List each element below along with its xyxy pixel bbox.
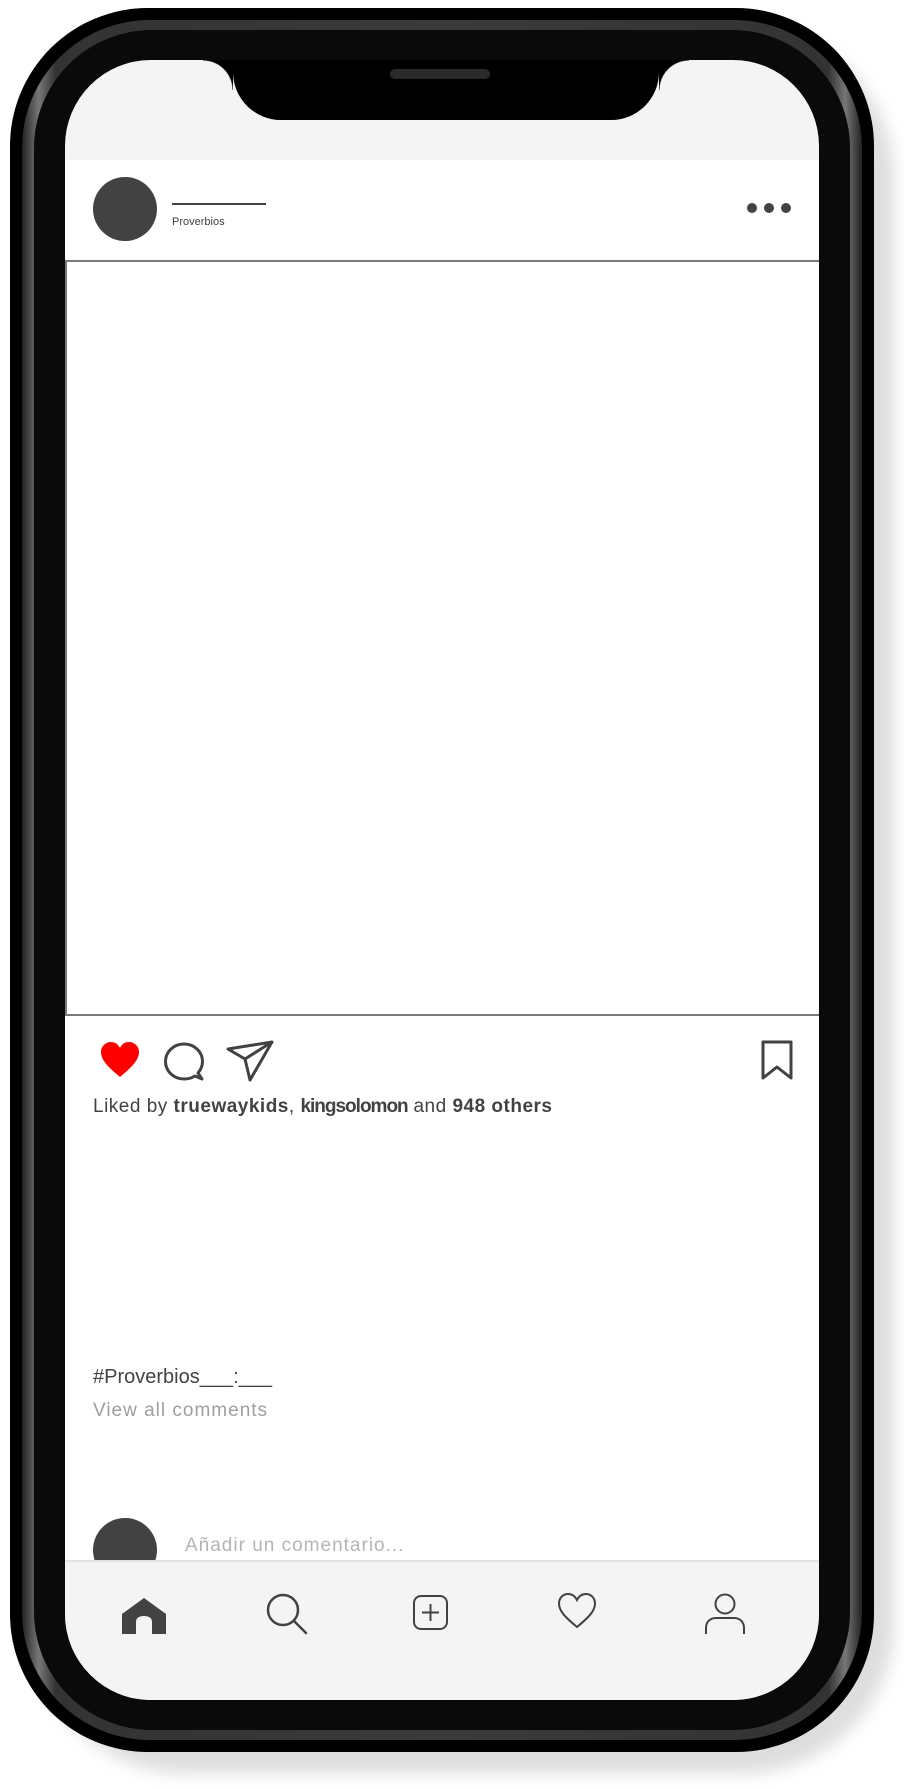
likes-prefix: Liked by bbox=[93, 1096, 174, 1117]
bookmark-icon[interactable] bbox=[761, 1040, 793, 1080]
search-icon[interactable] bbox=[265, 1592, 309, 1636]
likes-separator: , bbox=[288, 1096, 301, 1117]
speech-bubble-icon[interactable] bbox=[164, 1042, 204, 1082]
view-all-comments-link[interactable]: View all comments bbox=[93, 1400, 268, 1422]
post-location[interactable]: Proverbios bbox=[172, 216, 225, 228]
post-caption: #Proverbios___:___ bbox=[93, 1366, 273, 1388]
bottom-nav bbox=[65, 1562, 819, 1700]
feed: Proverbios Liked by truewaykids, kingsol… bbox=[65, 160, 819, 1582]
username-placeholder[interactable] bbox=[172, 203, 266, 205]
home-icon[interactable] bbox=[120, 1592, 168, 1636]
heart-filled-icon[interactable] bbox=[100, 1041, 140, 1079]
more-dots-icon[interactable] bbox=[747, 201, 791, 215]
add-post-icon[interactable] bbox=[411, 1592, 451, 1632]
paper-plane-icon[interactable] bbox=[226, 1040, 274, 1082]
avatar[interactable] bbox=[93, 177, 157, 241]
phone-screen: Proverbios Liked by truewaykids, kingsol… bbox=[65, 60, 819, 1700]
profile-icon[interactable] bbox=[703, 1592, 747, 1636]
likes-summary: Liked by truewaykids, kingsolomon and 94… bbox=[93, 1096, 552, 1118]
likes-conjunction: and bbox=[407, 1096, 453, 1117]
heart-icon[interactable] bbox=[557, 1592, 597, 1630]
likes-others-count[interactable]: 948 others bbox=[452, 1096, 552, 1117]
liker-username-2[interactable]: kingsolomon bbox=[300, 1096, 408, 1117]
post-image[interactable] bbox=[65, 260, 819, 1016]
speaker-grille bbox=[390, 69, 490, 79]
liker-username-1[interactable]: truewaykids bbox=[174, 1096, 289, 1117]
comment-input[interactable]: Añadir un comentario... bbox=[185, 1535, 404, 1557]
post-header: Proverbios bbox=[65, 160, 819, 260]
